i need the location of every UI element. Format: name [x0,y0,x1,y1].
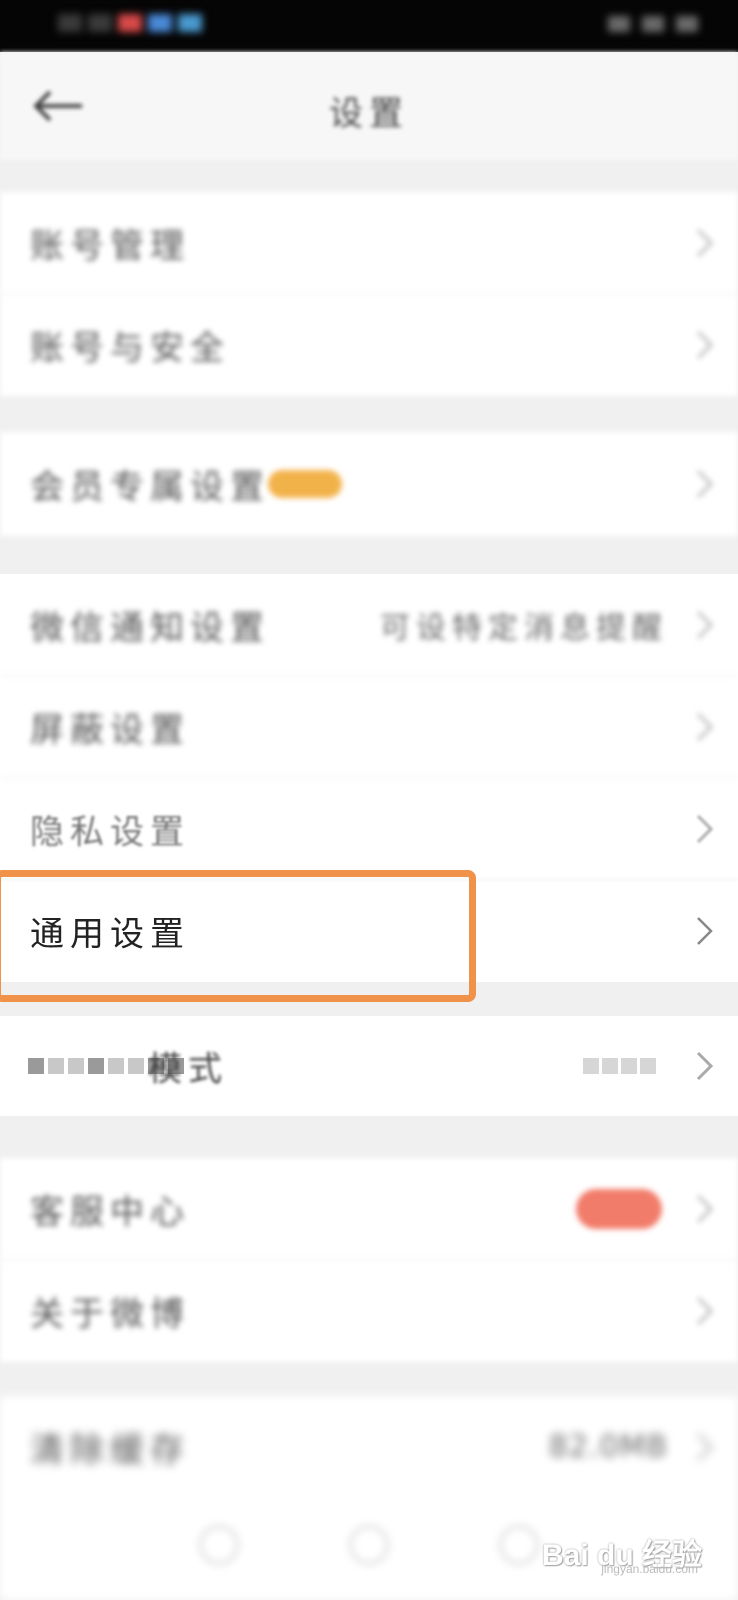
chevron-right-icon [696,1194,714,1223]
chevron-right-icon [696,610,714,639]
row-label: 清除缓存 [30,1430,190,1471]
status-notification-icons [58,14,202,32]
notification-badge [576,1188,662,1229]
nav-home-icon[interactable] [349,1525,389,1565]
settings-header: 设置 [0,52,738,160]
row-label: 会员专属设置 [30,467,270,508]
settings-group-account: 账号管理 账号与安全 [0,192,738,396]
status-bar [0,0,738,52]
chevron-right-icon [696,1051,714,1081]
wifi-icon [642,16,664,32]
row-label: 账号与安全 [30,328,230,369]
new-badge [268,470,342,498]
chevron-right-icon [696,1296,714,1326]
row-label: 客服中心 [30,1192,190,1232]
watermark-url: jingyan.baidu.com [601,1562,698,1576]
settings-row-help-center[interactable]: 客服中心 [0,1158,738,1260]
row-label: 微信通知设置 [30,608,270,648]
settings-row-clear-cache[interactable]: 清除缓存 82.0MB [0,1396,738,1498]
status-system-icons [608,16,698,32]
nav-recent-icon[interactable] [499,1525,539,1565]
settings-row-about[interactable]: 关于微博 [0,1260,738,1362]
settings-row-privacy[interactable]: 隐私设置 [0,778,738,880]
settings-row-vip[interactable]: 会员专属设置 [0,432,738,536]
chevron-right-icon [696,228,714,257]
baidu-watermark: Bai du 经验 jingyan.baidu.com [542,1530,702,1576]
signal-icon [608,16,630,32]
row-label: 模式 [148,1049,228,1090]
row-value: 82.0MB [548,1429,668,1465]
settings-group-help: 客服中心 关于微博 [0,1158,738,1362]
page-title: 设置 [329,94,409,134]
row-value: 可设特定消息提醒 [380,610,668,646]
settings-group-vip: 会员专属设置 [0,432,738,536]
row-label: 关于微博 [30,1294,190,1335]
settings-row-mode[interactable]: 模式 [0,1016,738,1116]
highlight-frame [0,870,476,1002]
chevron-right-icon [696,712,714,741]
chevron-right-icon [696,330,714,360]
settings-row-account-security[interactable]: 账号与安全 [0,294,738,396]
settings-row-block[interactable]: 屏蔽设置 [0,676,738,778]
row-label: 屏蔽设置 [30,710,190,750]
chevron-right-icon [697,917,713,945]
row-label: 账号管理 [30,226,190,266]
chevron-right-icon [696,1432,714,1462]
settings-group-mode: 模式 [0,1016,738,1116]
battery-icon [676,16,698,32]
chevron-right-icon [696,814,714,843]
settings-row-notifications[interactable]: 微信通知设置 可设特定消息提醒 [0,574,738,676]
redacted-value [583,1058,656,1074]
settings-row-account-management[interactable]: 账号管理 [0,192,738,294]
chevron-right-icon [696,469,714,499]
nav-back-icon[interactable] [199,1525,239,1565]
row-label: 隐私设置 [30,812,190,852]
